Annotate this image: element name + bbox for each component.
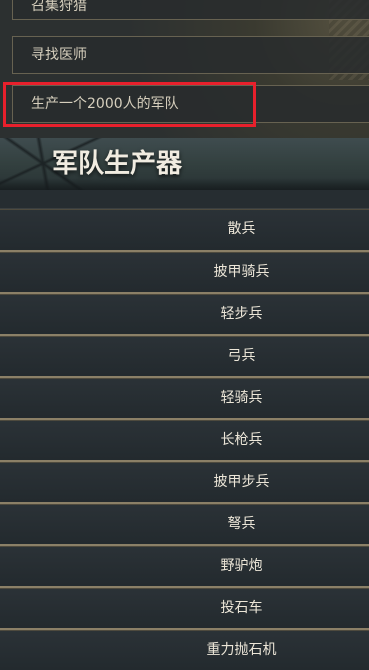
unit-item-armored-cavalry[interactable]: 披甲骑兵 [0, 250, 369, 292]
menu-item-produce-army[interactable]: 生产一个2000人的军队 [12, 85, 369, 123]
unit-label: 长枪兵 [220, 432, 263, 448]
unit-label: 披甲步兵 [213, 474, 270, 490]
unit-item-archer[interactable]: 弓兵 [0, 334, 369, 376]
unit-item-crossbowman[interactable]: 弩兵 [0, 502, 369, 544]
unit-item-onager[interactable]: 野驴炮 [0, 544, 369, 586]
unit-label: 重力抛石机 [206, 642, 277, 658]
unit-label: 弓兵 [227, 348, 256, 364]
unit-item-light-infantry[interactable]: 轻步兵 [0, 292, 369, 334]
menu-item-label: 召集狩猎 [31, 0, 87, 14]
page-title: 军队生产器 [52, 149, 183, 179]
unit-item-spearman[interactable]: 长枪兵 [0, 418, 369, 460]
unit-label: 投石车 [220, 600, 263, 616]
unit-item-skirmisher[interactable]: 散兵 [0, 208, 369, 250]
unit-label: 散兵 [227, 221, 256, 237]
unit-label: 披甲骑兵 [213, 264, 270, 280]
unit-item-armored-infantry[interactable]: 披甲步兵 [0, 460, 369, 502]
menu-item-label: 生产一个2000人的军队 [31, 96, 179, 112]
menu-item-label: 寻找医师 [31, 47, 87, 63]
unit-item-light-cavalry[interactable]: 轻骑兵 [0, 376, 369, 418]
unit-label: 野驴炮 [220, 558, 263, 574]
unit-label: 弩兵 [227, 516, 256, 532]
menu-item-find-doctor[interactable]: 寻找医师 [12, 36, 369, 74]
unit-item-catapult[interactable]: 投石车 [0, 586, 369, 628]
unit-list: 散兵 披甲骑兵 轻步兵 弓兵 轻骑兵 长枪兵 披甲步兵 弩兵 野驴炮 投石车 重… [0, 208, 369, 670]
unit-label: 轻步兵 [220, 306, 263, 322]
unit-label: 轻骑兵 [220, 390, 263, 406]
menu-item-summon-hunt[interactable]: 召集狩猎 [12, 0, 369, 20]
